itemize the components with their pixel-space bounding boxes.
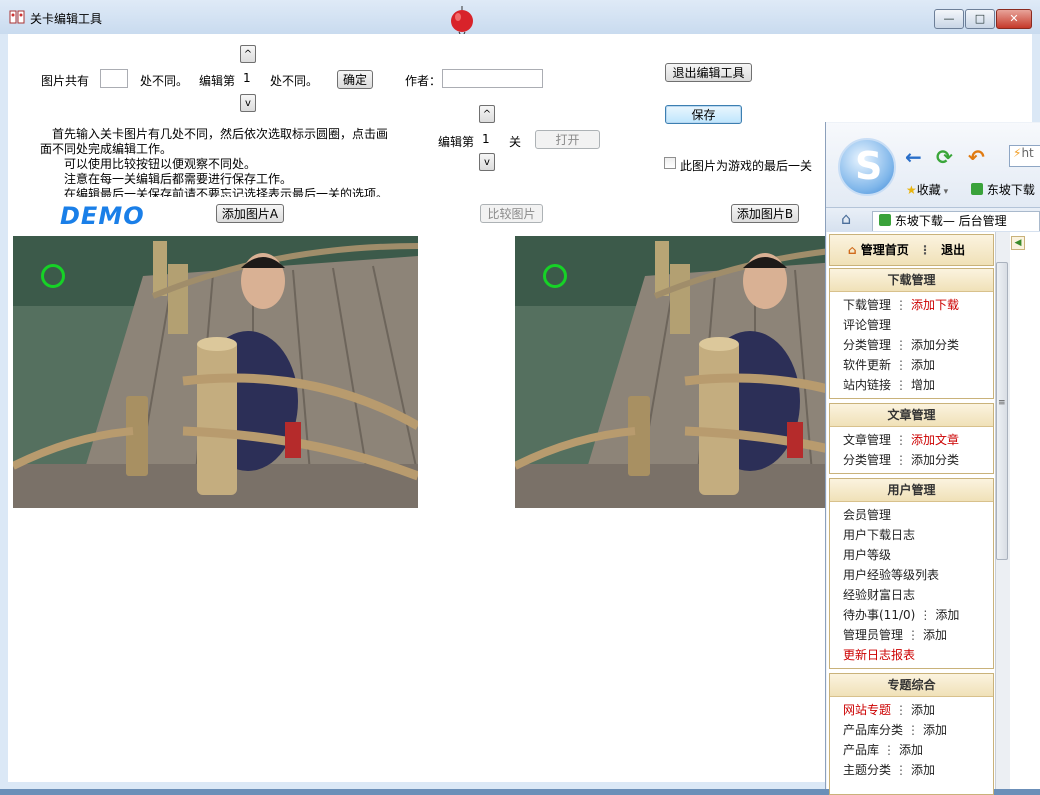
list-item[interactable]: 用户经验等级列表 xyxy=(830,565,993,585)
list-item[interactable]: 产品库 ⋮ 添加 xyxy=(830,740,993,760)
edit-index-value: 1 xyxy=(243,71,251,85)
boy-on-pier-photo xyxy=(13,236,418,508)
bookmark-icon xyxy=(971,183,983,195)
list-item[interactable]: 经验财富日志 xyxy=(830,585,993,605)
panel-title: 用户管理 xyxy=(830,479,993,502)
home-icon[interactable]: ⌂ xyxy=(841,209,851,228)
panel-title: 下载管理 xyxy=(830,269,993,292)
picture-total-label: 图片共有 xyxy=(41,74,90,88)
level-up-button[interactable]: ^ xyxy=(479,105,495,123)
list-item[interactable]: 更新日志报表 xyxy=(830,645,993,665)
add-image-b-button[interactable]: 添加图片B xyxy=(731,204,799,223)
list-item[interactable]: 评论管理 xyxy=(830,315,993,335)
confirm-button[interactable]: 确定 xyxy=(337,70,373,89)
title-bar[interactable] xyxy=(0,0,1040,34)
user-panel: 用户管理 会员管理 用户下载日志 用户等级 用户经验等级列表 经验财富日志 待办… xyxy=(829,478,994,669)
close-button[interactable]: ✕ xyxy=(996,9,1032,29)
author-input[interactable] xyxy=(442,69,543,88)
favorites-label: 收藏 xyxy=(916,183,941,197)
edit-index-label: 编辑第 xyxy=(199,74,236,88)
article-panel: 文章管理 文章管理 ⋮ 添加文章 分类管理 ⋮ 添加分类 xyxy=(829,403,994,474)
instruction-line: 可以使用比较按钮以便观察不同处。 xyxy=(64,157,257,171)
diff-marker-circle[interactable] xyxy=(41,264,65,288)
list-item[interactable]: 管理员管理 ⋮ 添加 xyxy=(830,625,993,645)
admin-header: ⌂ 管理首页 ⋮ 退出 xyxy=(829,234,994,266)
collapse-icon[interactable]: ◀ xyxy=(1011,236,1025,250)
edit-index-suffix: 处不同。 xyxy=(270,74,319,88)
author-label: 作者： xyxy=(405,74,442,88)
download-panel: 下载管理 下载管理 ⋮ 添加下载 评论管理 分类管理 ⋮ 添加分类 软件更新 ⋮ 添加 站内… xyxy=(829,268,994,399)
exit-editor-button[interactable]: 退出编辑工具 xyxy=(665,63,752,82)
logout-link[interactable]: 退出 xyxy=(941,243,965,257)
level-value: 1 xyxy=(482,132,490,146)
list-item[interactable]: 文章管理 ⋮ 添加文章 xyxy=(830,430,993,450)
grip-icon: ≡ xyxy=(998,398,1006,408)
content-pane xyxy=(1010,232,1040,789)
last-level-checkbox[interactable] xyxy=(664,157,676,169)
lightning-icon: ⚡ xyxy=(1013,146,1022,160)
tab-title: 东坡下载— 后台管理 xyxy=(894,214,1007,228)
list-item[interactable]: 用户等级 xyxy=(830,545,993,565)
list-item[interactable]: 分类管理 ⋮ 添加分类 xyxy=(830,335,993,355)
instructions: 首先输入关卡图片有几处不同，然后依次选取标示圆圈，点击画 面不同处完成编辑工作。… xyxy=(40,127,400,197)
list-item[interactable]: 网站专题 ⋮ 添加 xyxy=(830,700,993,720)
list-item[interactable]: 站内链接 ⋮ 增加 xyxy=(830,375,993,395)
browser-tab[interactable]: 东坡下载— 后台管理 xyxy=(872,211,1040,231)
demo-watermark: DEMO xyxy=(60,202,145,230)
open-button[interactable]: 打开 xyxy=(535,130,600,149)
image-a[interactable] xyxy=(13,236,418,508)
last-level-label: 此图片为游戏的最后一关 xyxy=(680,159,813,173)
bookmark-item[interactable]: 东坡下载 xyxy=(971,181,1035,198)
level-label: 编辑第 xyxy=(438,135,475,149)
instruction-line: 在编辑最后一关保存前请不要忘记选择表示最后一关的选项。 xyxy=(64,187,389,197)
instruction-line: 注意在每一关编辑后都需要进行保存工作。 xyxy=(64,172,293,186)
admin-home-link[interactable]: 管理首页 xyxy=(861,243,909,257)
diff-suffix-label: 处不同。 xyxy=(140,74,189,88)
address-text: ht xyxy=(1021,146,1034,160)
back-icon[interactable]: ← xyxy=(905,145,922,169)
list-item[interactable]: 待办事(11/0) ⋮ 添加 xyxy=(830,605,993,625)
diff-marker-circle[interactable] xyxy=(543,264,567,288)
maximize-button[interactable]: □ xyxy=(965,9,995,29)
undo-icon[interactable]: ↶ xyxy=(968,145,985,169)
instruction-line: 首先输入关卡图片有几处不同，然后依次选取标示圆圈，点击画 xyxy=(52,127,389,141)
scrollbar-thumb[interactable] xyxy=(996,262,1008,560)
instruction-line: 面不同处完成编辑工作。 xyxy=(40,142,173,156)
diff-down-button[interactable]: v xyxy=(240,94,256,112)
address-bar[interactable]: ⚡ht xyxy=(1009,145,1040,167)
list-item[interactable]: 用户下载日志 xyxy=(830,525,993,545)
minimize-button[interactable]: — xyxy=(934,9,964,29)
diff-count-input[interactable] xyxy=(100,69,128,88)
add-image-a-button[interactable]: 添加图片A xyxy=(216,204,284,223)
refresh-icon[interactable]: ⟳ xyxy=(936,145,953,169)
panel-title: 专题综合 xyxy=(830,674,993,697)
diff-up-button[interactable]: ^ xyxy=(240,45,256,63)
list-item[interactable]: 软件更新 ⋮ 添加 xyxy=(830,355,993,375)
app-icon xyxy=(9,10,25,24)
save-button[interactable]: 保存 xyxy=(665,105,742,124)
list-item[interactable]: 主题分类 ⋮ 添加 xyxy=(830,760,993,780)
list-item[interactable]: 下载管理 ⋮ 添加下载 xyxy=(830,295,993,315)
bookmark-label: 东坡下载 xyxy=(986,183,1035,197)
level-down-button[interactable]: v xyxy=(479,153,495,171)
browser-logo-glyph: S xyxy=(855,144,883,188)
tab-favicon xyxy=(879,214,891,226)
panel-title: 文章管理 xyxy=(830,404,993,427)
level-suffix: 关 xyxy=(509,135,522,149)
compare-button[interactable]: 比较图片 xyxy=(480,204,543,223)
star-icon: ★ xyxy=(906,183,917,197)
window-title: 关卡编辑工具 xyxy=(30,12,103,26)
house-icon: ⌂ xyxy=(848,243,857,257)
topic-panel: 专题综合 网站专题 ⋮ 添加 产品库分类 ⋮ 添加 产品库 ⋮ 添加 主题分类 ⋮ 添加 xyxy=(829,673,994,795)
list-item[interactable]: 会员管理 xyxy=(830,505,993,525)
list-item[interactable]: 产品库分类 ⋮ 添加 xyxy=(830,720,993,740)
list-item[interactable]: 分类管理 ⋮ 添加分类 xyxy=(830,450,993,470)
favorites-menu[interactable]: ★收藏 ▾ xyxy=(906,181,948,198)
